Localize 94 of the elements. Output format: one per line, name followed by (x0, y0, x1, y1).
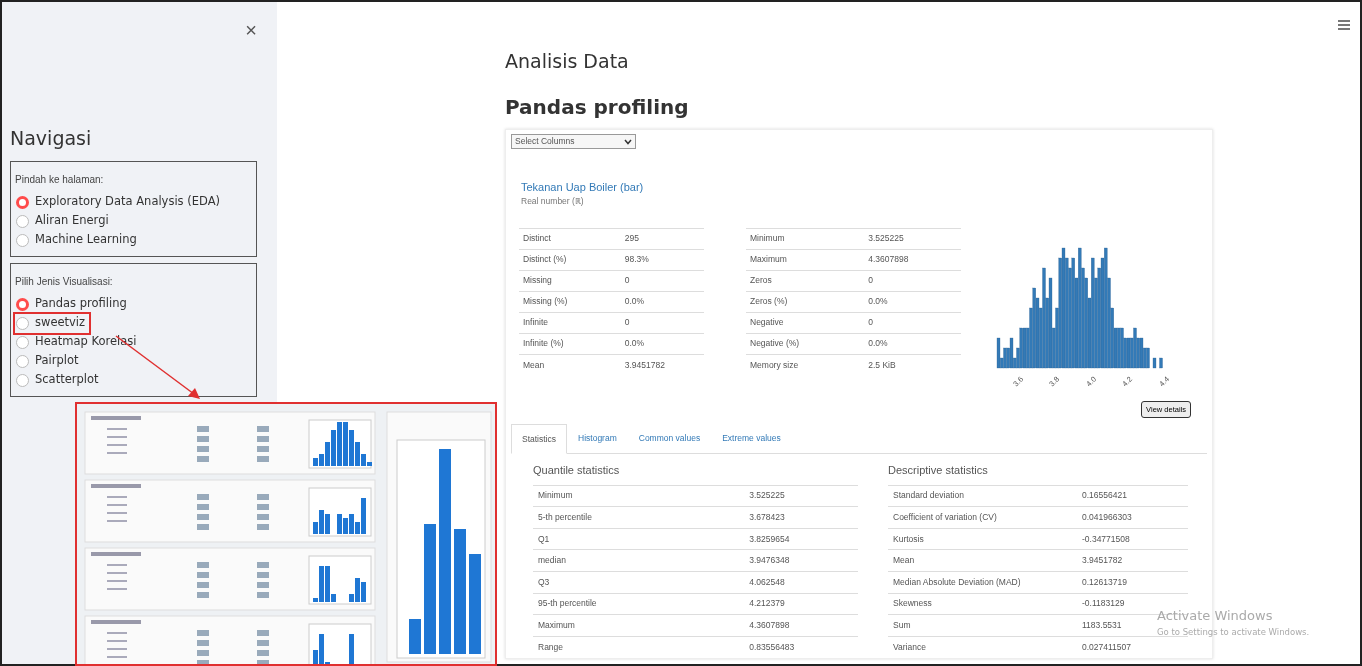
table-cell: 0 (864, 270, 961, 292)
radio-option[interactable]: Pairplot (15, 351, 83, 371)
table-cell: Distinct (%) (519, 249, 621, 271)
table-cell: Skewness (888, 593, 1077, 615)
table-cell: 0 (620, 270, 704, 292)
section-heading: Pandas profiling (505, 94, 690, 119)
table-cell: Distinct (519, 228, 621, 250)
table-cell: Standard deviation (888, 485, 1077, 507)
table-cell: Maximum (746, 249, 865, 271)
table-cell: 4.062548 (744, 571, 858, 593)
table-cell: Negative (746, 312, 865, 334)
radio-button[interactable] (16, 354, 29, 368)
activation-notice-text: Go to Settings to activate Windows. (1157, 625, 1310, 639)
sidebar-title: Navigasi (10, 126, 93, 151)
table-cell: Memory size (746, 354, 865, 376)
table-cell: 0.0% (864, 333, 961, 355)
table-cell: Q1 (533, 528, 745, 550)
table-cell: Negative (%) (746, 333, 865, 355)
table-cell: -0.34771508 (1077, 528, 1188, 550)
table-cell: 5-th percentile (533, 506, 745, 529)
table-cell: 0.0% (864, 291, 961, 313)
table-cell: 0.0% (620, 333, 704, 355)
table-cell: 3.8259654 (744, 528, 858, 550)
radio-button[interactable] (16, 316, 29, 330)
table-cell: 3.525225 (744, 485, 858, 507)
table-cell: Range (533, 636, 745, 658)
table-cell: 3.9451782 (620, 354, 704, 376)
table-cell: 0.16556421 (1077, 485, 1188, 507)
caret-icon (624, 138, 632, 145)
table-cell: 4.3607898 (744, 614, 858, 637)
table-cell: 0 (864, 312, 961, 334)
radio-option[interactable]: Exploratory Data Analysis (EDA) (15, 192, 225, 212)
table-cell: 0.027411507 (1077, 636, 1188, 658)
table-cell: Kurtosis (888, 528, 1077, 550)
group-label: Pilih Jenis Visualisasi: (15, 274, 113, 289)
table-cell: 4.3607898 (864, 249, 961, 271)
section-title: Descriptive statistics (888, 463, 989, 479)
radio-option[interactable]: Pandas profiling (15, 294, 131, 314)
tab[interactable]: Common values (627, 424, 712, 454)
table-cell: Missing (519, 270, 621, 292)
table-cell: Variance (888, 636, 1077, 658)
table-cell: Missing (%) (519, 291, 621, 313)
table-cell: Minimum (746, 228, 865, 250)
section-title: Quantile statistics (533, 463, 621, 479)
table-cell: 0.041966303 (1077, 506, 1188, 529)
table-cell: 0.83556483 (744, 636, 858, 658)
table-cell: Median Absolute Deviation (MAD) (888, 571, 1077, 593)
table-cell: 3.525225 (864, 228, 961, 250)
table-cell: Sum (888, 614, 1077, 637)
table-cell: 295 (620, 228, 704, 250)
table-cell: Infinite (519, 312, 621, 334)
histogram-bar (1159, 357, 1163, 368)
close-icon[interactable]: × (245, 20, 257, 40)
table-cell: Infinite (%) (519, 333, 621, 355)
radio-option[interactable]: sweetviz (15, 313, 90, 333)
table-cell: Zeros (%) (746, 291, 865, 313)
table-cell: Q3 (533, 571, 745, 593)
radio-button[interactable] (16, 195, 29, 209)
table-cell: 4.212379 (744, 593, 858, 615)
table-cell: 0 (620, 312, 704, 334)
radio-button[interactable] (16, 297, 29, 311)
tab[interactable]: Histogram (567, 424, 628, 454)
table-cell: 2.5 KiB (864, 354, 961, 376)
radio-button[interactable] (16, 373, 29, 387)
menu-icon[interactable] (1338, 20, 1350, 30)
table-cell: Coefficient of variation (CV) (888, 506, 1077, 529)
table-cell: median (533, 549, 745, 572)
variable-type: Real number (ℝ) (521, 195, 585, 208)
group-label: Pindah ke halaman: (15, 172, 104, 187)
radio-option[interactable]: Scatterplot (15, 370, 103, 390)
table-cell: 3.9476348 (744, 549, 858, 572)
radio-option[interactable]: Aliran Energi (15, 211, 113, 231)
table-cell: 95-th percentile (533, 593, 745, 615)
histogram-bar (1152, 357, 1157, 368)
table-cell: Minimum (533, 485, 745, 507)
table-cell: 0.0% (620, 291, 704, 313)
radio-button[interactable] (16, 335, 29, 349)
tab[interactable]: Extreme values (711, 424, 792, 454)
tab[interactable]: Statistics (511, 424, 567, 455)
radio-option[interactable]: Machine Learning (15, 230, 141, 250)
radio-button[interactable] (16, 214, 29, 228)
activation-notice-title: Activate Windows (1157, 607, 1274, 625)
radio-button[interactable] (16, 233, 29, 247)
table-cell: Mean (519, 354, 621, 376)
variable-name[interactable]: Tekanan Uap Boiler (bar) (521, 178, 1212, 196)
table-cell: 98.3% (620, 249, 704, 271)
table-cell: 3.9451782 (1077, 549, 1188, 572)
column-select[interactable]: Select Columns (511, 133, 636, 149)
page-title: Analisis Data (505, 50, 630, 73)
table-cell: Zeros (746, 270, 865, 292)
table-cell: Maximum (533, 614, 745, 637)
table-cell: Mean (888, 549, 1077, 572)
table-cell: 0.12613719 (1077, 571, 1188, 593)
table-cell: 3.678423 (744, 506, 858, 529)
